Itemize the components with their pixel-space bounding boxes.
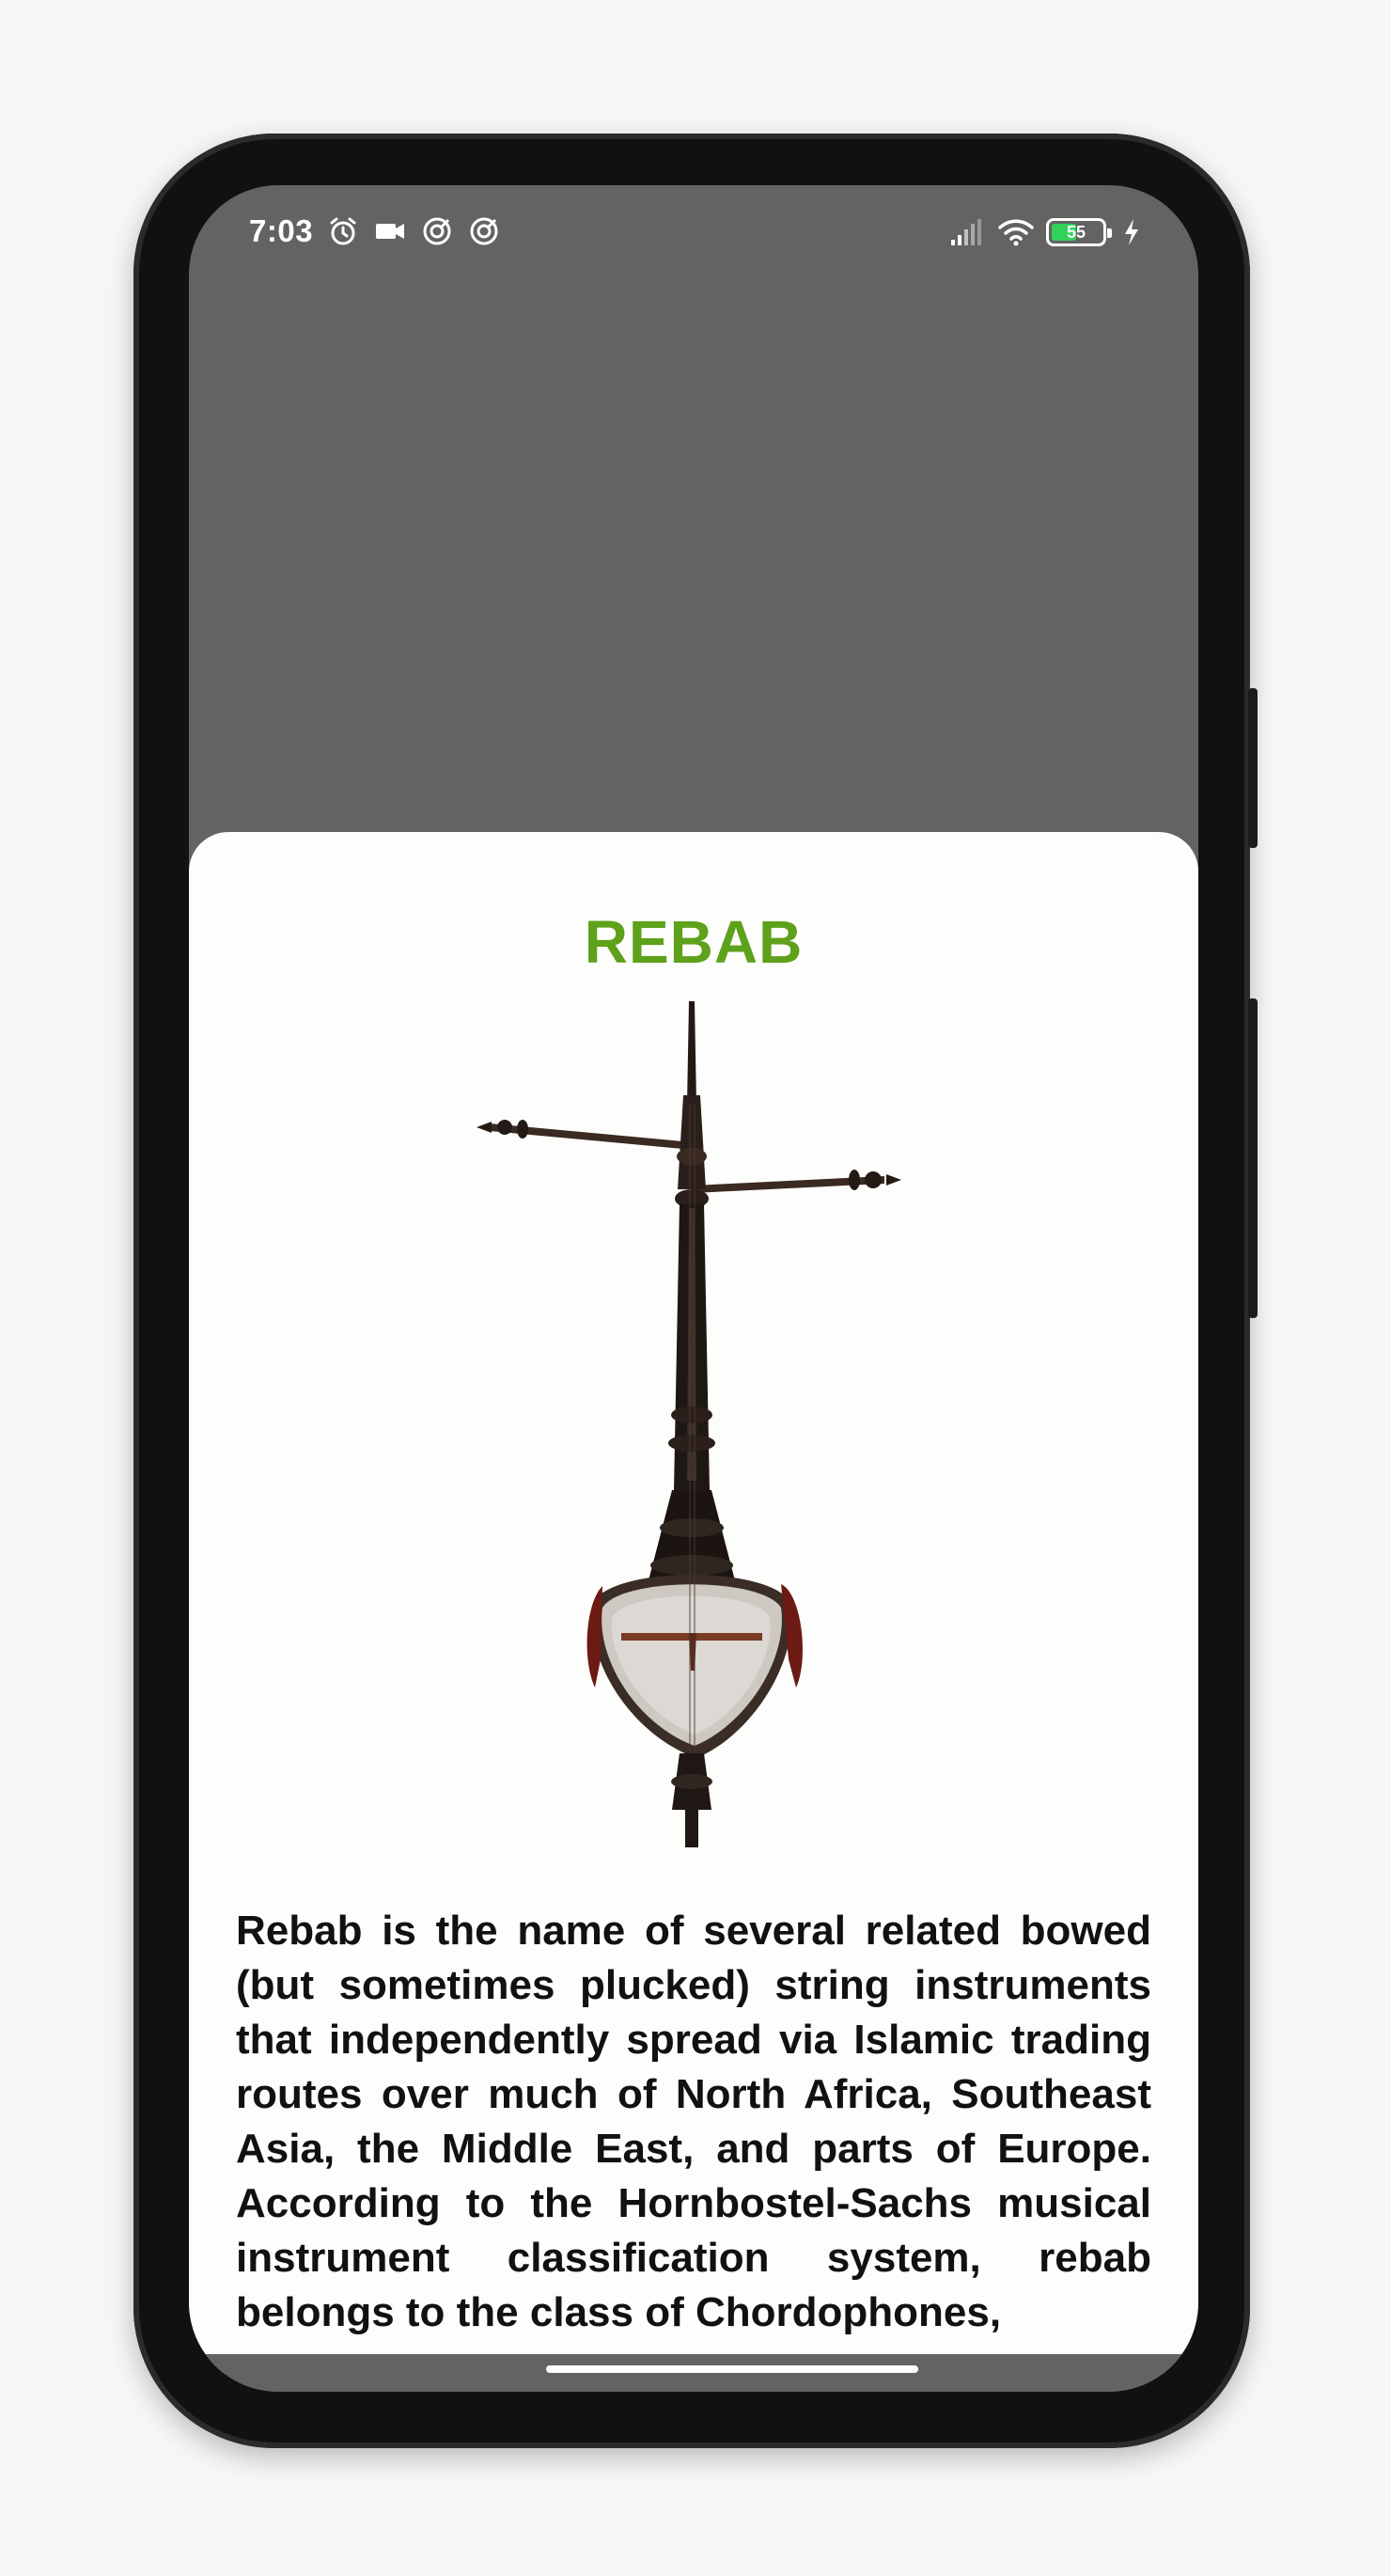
power-button (1248, 998, 1258, 1318)
phone-frame: 7:03 55 REBAB Rebab is the name of sever… (133, 134, 1258, 2448)
instrument-title: REBAB (584, 908, 804, 976)
alarm-icon (326, 214, 360, 248)
video-camera-icon (373, 214, 407, 248)
home-indicator[interactable] (546, 2365, 918, 2373)
navigation-bar (189, 2354, 1198, 2392)
charging-icon (1121, 215, 1142, 249)
battery-tip (1107, 228, 1112, 238)
sync-icon (420, 214, 454, 248)
battery-icon: 55 (1046, 218, 1112, 246)
status-bar: 7:03 55 (189, 185, 1198, 289)
status-left: 7:03 (249, 213, 501, 249)
sync-icon (467, 214, 501, 248)
status-time: 7:03 (249, 213, 314, 248)
volume-button (1248, 688, 1258, 848)
instrument-description: Rebab is the name of several related bow… (236, 1908, 1151, 2335)
signal-icon (948, 215, 982, 249)
instrument-card: REBAB Rebab is the name of several relat… (189, 832, 1198, 2374)
battery-level: 55 (1066, 223, 1086, 242)
status-right: 55 (948, 215, 1142, 249)
wifi-icon (997, 215, 1034, 249)
rebab-instrument-image (471, 1001, 922, 1858)
screen: 7:03 55 REBAB Rebab is the name of sever… (189, 185, 1198, 2392)
